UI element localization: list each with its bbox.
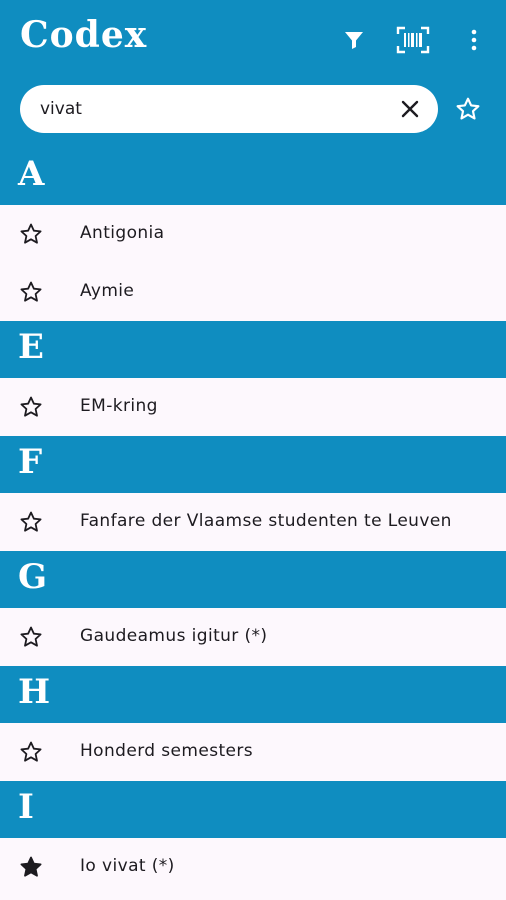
list-item[interactable]: Fanfare der Vlaamse studenten te Leuven (0, 493, 506, 551)
section-letter: A (18, 154, 45, 194)
section-letter: E (18, 327, 44, 367)
section-header: F (0, 436, 506, 493)
list-item-label: Honderd semesters (80, 741, 254, 761)
section-header: E (0, 321, 506, 378)
section-letter: H (18, 672, 51, 712)
star-outline-icon[interactable] (18, 739, 44, 765)
list-item-label: Gaudeamus igitur (*) (80, 626, 268, 646)
list-item-label: Aymie (80, 281, 135, 301)
list-item[interactable]: Io vivat (*) (0, 838, 506, 896)
list-item-label: Fanfare der Vlaamse studenten te Leuven (80, 511, 452, 531)
section-header: H (0, 666, 506, 723)
song-list: A Antigonia Aymie E EM-kring F Fanfare der Vla… (0, 148, 506, 896)
section-letter: F (18, 442, 43, 482)
list-item[interactable]: Honderd semesters (0, 723, 506, 781)
star-outline-icon[interactable] (18, 221, 44, 247)
section-header: I (0, 781, 506, 838)
filter-icon[interactable] (336, 22, 372, 58)
list-item-label: Io vivat (*) (80, 856, 175, 876)
list-item[interactable]: Gaudeamus igitur (*) (0, 608, 506, 666)
search-bar (20, 85, 438, 133)
barcode-scan-icon[interactable] (395, 22, 431, 58)
star-filled-icon[interactable] (18, 854, 44, 880)
list-item-label: Antigonia (80, 223, 165, 243)
list-item[interactable]: Aymie (0, 263, 506, 321)
star-outline-icon[interactable] (18, 279, 44, 305)
app-title: Codex (20, 14, 148, 56)
close-icon[interactable] (396, 95, 424, 123)
list-item-label: EM-kring (80, 396, 158, 416)
search-input[interactable] (40, 85, 390, 133)
list-item[interactable]: Antigonia (0, 205, 506, 263)
section-letter: G (18, 557, 48, 597)
star-outline-icon[interactable] (18, 394, 44, 420)
star-outline-icon[interactable] (18, 624, 44, 650)
list-item[interactable]: EM-kring (0, 378, 506, 436)
more-vert-icon[interactable] (456, 22, 492, 58)
app-bar: Codex (0, 0, 506, 148)
section-header: G (0, 551, 506, 608)
section-header: A (0, 148, 506, 205)
star-outline-icon[interactable] (18, 509, 44, 535)
section-letter: I (18, 787, 34, 827)
star-outline-icon[interactable] (452, 92, 484, 126)
